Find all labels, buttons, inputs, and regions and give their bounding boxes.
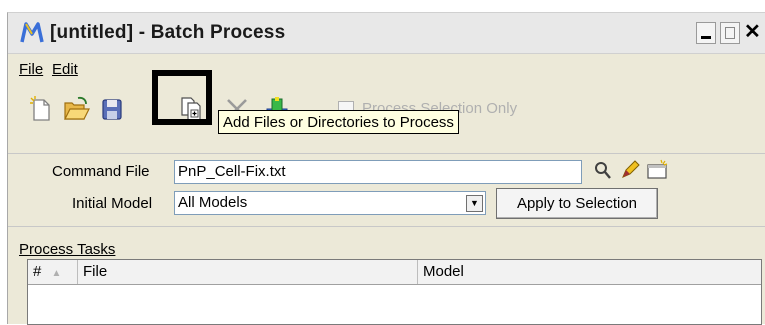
- maximize-button[interactable]: [720, 22, 740, 44]
- minimize-icon: [701, 36, 711, 39]
- column-header-model[interactable]: Model: [418, 260, 761, 284]
- close-button[interactable]: ✕: [744, 22, 765, 44]
- save-icon[interactable]: [98, 95, 126, 123]
- column-header-number[interactable]: # ▲: [28, 260, 78, 284]
- toolbar-separator: [8, 153, 765, 154]
- new-window-icon[interactable]: [645, 159, 669, 181]
- title-bar[interactable]: [untitled] - Batch Process ✕: [8, 13, 765, 54]
- chevron-down-icon[interactable]: ▼: [466, 195, 483, 212]
- microstation-icon: [20, 22, 44, 43]
- initial-model-label: Initial Model: [72, 195, 153, 212]
- table-header: # ▲ File Model: [28, 260, 761, 285]
- process-tasks-label: Process Tasks: [19, 241, 116, 258]
- highlight-box: [152, 70, 212, 125]
- minimize-button[interactable]: [696, 22, 716, 44]
- command-file-input[interactable]: PnP_Cell-Fix.txt: [174, 160, 582, 184]
- sort-indicator-icon: ▲: [51, 268, 62, 279]
- maximize-icon: [725, 27, 735, 39]
- section-separator: [8, 226, 765, 227]
- window-title: [untitled] - Batch Process: [50, 22, 286, 43]
- edit-pencil-icon[interactable]: [619, 159, 641, 181]
- new-file-icon[interactable]: [27, 95, 55, 123]
- apply-to-selection-button[interactable]: Apply to Selection: [496, 188, 658, 219]
- batch-process-window: [untitled] - Batch Process ✕ File Edit P…: [7, 12, 765, 325]
- process-tasks-table[interactable]: # ▲ File Model: [27, 259, 762, 325]
- open-folder-icon[interactable]: [62, 95, 90, 123]
- command-file-label: Command File: [52, 163, 150, 180]
- tooltip: Add Files or Directories to Process: [218, 110, 459, 134]
- menu-edit[interactable]: Edit: [52, 61, 78, 78]
- search-icon[interactable]: [592, 160, 614, 182]
- column-header-file[interactable]: File: [78, 260, 418, 284]
- menu-file[interactable]: File: [19, 61, 43, 78]
- close-icon: ✕: [744, 21, 761, 43]
- initial-model-select[interactable]: All Models ▼: [174, 191, 486, 215]
